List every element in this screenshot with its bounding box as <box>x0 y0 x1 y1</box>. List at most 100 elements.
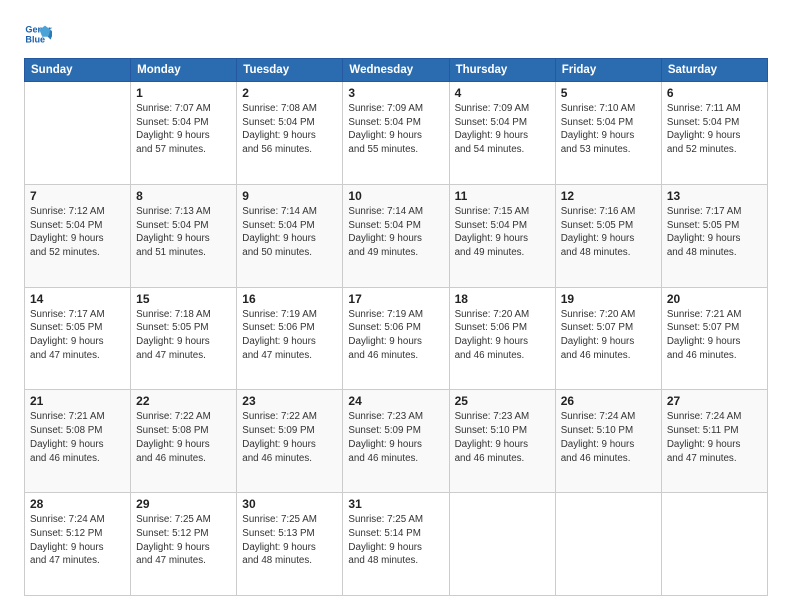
calendar-cell <box>449 493 555 596</box>
day-number: 7 <box>30 189 125 203</box>
calendar-cell <box>555 493 661 596</box>
day-number: 1 <box>136 86 231 100</box>
day-info: Sunrise: 7:09 AMSunset: 5:04 PMDaylight:… <box>348 102 443 157</box>
day-info: Sunrise: 7:25 AMSunset: 5:13 PMDaylight:… <box>242 513 337 568</box>
day-number: 21 <box>30 394 125 408</box>
day-info: Sunrise: 7:14 AMSunset: 5:04 PMDaylight:… <box>242 205 337 260</box>
calendar-cell: 9 Sunrise: 7:14 AMSunset: 5:04 PMDaylight… <box>237 184 343 287</box>
day-number: 15 <box>136 292 231 306</box>
day-number: 13 <box>667 189 762 203</box>
day-number: 9 <box>242 189 337 203</box>
day-number: 8 <box>136 189 231 203</box>
calendar-week-row: 7 Sunrise: 7:12 AMSunset: 5:04 PMDaylight… <box>25 184 768 287</box>
calendar-cell: 13 Sunrise: 7:17 AMSunset: 5:05 PMDayligh… <box>661 184 767 287</box>
calendar-cell: 20 Sunrise: 7:21 AMSunset: 5:07 PMDayligh… <box>661 287 767 390</box>
calendar-cell: 3 Sunrise: 7:09 AMSunset: 5:04 PMDaylight… <box>343 82 449 185</box>
day-info: Sunrise: 7:24 AMSunset: 5:12 PMDaylight:… <box>30 513 125 568</box>
day-info: Sunrise: 7:12 AMSunset: 5:04 PMDaylight:… <box>30 205 125 260</box>
day-number: 27 <box>667 394 762 408</box>
day-info: Sunrise: 7:18 AMSunset: 5:05 PMDaylight:… <box>136 308 231 363</box>
calendar-cell: 23Sunrise: 7:22 AMSunset: 5:09 PMDayligh… <box>237 390 343 493</box>
day-number: 31 <box>348 497 443 511</box>
day-info: Sunrise: 7:23 AMSunset: 5:09 PMDaylight:… <box>348 410 443 465</box>
day-number: 24 <box>348 394 443 408</box>
calendar: SundayMondayTuesdayWednesdayThursdayFrid… <box>24 58 768 596</box>
weekday-header: Tuesday <box>237 59 343 82</box>
day-info: Sunrise: 7:24 AMSunset: 5:11 PMDaylight:… <box>667 410 762 465</box>
calendar-cell: 19Sunrise: 7:20 AMSunset: 5:07 PMDayligh… <box>555 287 661 390</box>
weekday-header: Thursday <box>449 59 555 82</box>
day-number: 17 <box>348 292 443 306</box>
day-info: Sunrise: 7:22 AMSunset: 5:09 PMDaylight:… <box>242 410 337 465</box>
day-info: Sunrise: 7:07 AMSunset: 5:04 PMDaylight:… <box>136 102 231 157</box>
calendar-cell: 8 Sunrise: 7:13 AMSunset: 5:04 PMDaylight… <box>131 184 237 287</box>
calendar-cell: 21 Sunrise: 7:21 AMSunset: 5:08 PMDayligh… <box>25 390 131 493</box>
weekday-header: Wednesday <box>343 59 449 82</box>
day-number: 6 <box>667 86 762 100</box>
calendar-cell: 4 Sunrise: 7:09 AMSunset: 5:04 PMDaylight… <box>449 82 555 185</box>
weekday-header: Monday <box>131 59 237 82</box>
calendar-cell: 25 Sunrise: 7:23 AMSunset: 5:10 PMDayligh… <box>449 390 555 493</box>
day-info: Sunrise: 7:13 AMSunset: 5:04 PMDaylight:… <box>136 205 231 260</box>
day-info: Sunrise: 7:25 AMSunset: 5:12 PMDaylight:… <box>136 513 231 568</box>
day-info: Sunrise: 7:10 AMSunset: 5:04 PMDaylight:… <box>561 102 656 157</box>
calendar-cell: 11 Sunrise: 7:15 AMSunset: 5:04 PMDayligh… <box>449 184 555 287</box>
day-number: 22 <box>136 394 231 408</box>
calendar-cell: 22 Sunrise: 7:22 AMSunset: 5:08 PMDayligh… <box>131 390 237 493</box>
calendar-cell: 12 Sunrise: 7:16 AMSunset: 5:05 PMDayligh… <box>555 184 661 287</box>
calendar-cell: 24 Sunrise: 7:23 AMSunset: 5:09 PMDayligh… <box>343 390 449 493</box>
day-info: Sunrise: 7:21 AMSunset: 5:08 PMDaylight:… <box>30 410 125 465</box>
day-info: Sunrise: 7:21 AMSunset: 5:07 PMDaylight:… <box>667 308 762 363</box>
calendar-cell: 30Sunrise: 7:25 AMSunset: 5:13 PMDayligh… <box>237 493 343 596</box>
calendar-week-row: 1 Sunrise: 7:07 AMSunset: 5:04 PMDaylight… <box>25 82 768 185</box>
calendar-week-row: 21 Sunrise: 7:21 AMSunset: 5:08 PMDayligh… <box>25 390 768 493</box>
calendar-cell: 26Sunrise: 7:24 AMSunset: 5:10 PMDayligh… <box>555 390 661 493</box>
day-info: Sunrise: 7:16 AMSunset: 5:05 PMDaylight:… <box>561 205 656 260</box>
day-info: Sunrise: 7:25 AMSunset: 5:14 PMDaylight:… <box>348 513 443 568</box>
day-number: 28 <box>30 497 125 511</box>
page: General Blue SundayMondayTuesdayWednesda… <box>0 0 792 612</box>
calendar-cell: 16 Sunrise: 7:19 AMSunset: 5:06 PMDayligh… <box>237 287 343 390</box>
day-info: Sunrise: 7:15 AMSunset: 5:04 PMDaylight:… <box>455 205 550 260</box>
calendar-cell: 2Sunrise: 7:08 AMSunset: 5:04 PMDaylight… <box>237 82 343 185</box>
calendar-cell: 17 Sunrise: 7:19 AMSunset: 5:06 PMDayligh… <box>343 287 449 390</box>
day-info: Sunrise: 7:11 AMSunset: 5:04 PMDaylight:… <box>667 102 762 157</box>
day-info: Sunrise: 7:20 AMSunset: 5:06 PMDaylight:… <box>455 308 550 363</box>
day-info: Sunrise: 7:22 AMSunset: 5:08 PMDaylight:… <box>136 410 231 465</box>
day-info: Sunrise: 7:14 AMSunset: 5:04 PMDaylight:… <box>348 205 443 260</box>
calendar-cell <box>25 82 131 185</box>
header: General Blue <box>24 20 768 48</box>
day-info: Sunrise: 7:09 AMSunset: 5:04 PMDaylight:… <box>455 102 550 157</box>
calendar-cell: 18 Sunrise: 7:20 AMSunset: 5:06 PMDayligh… <box>449 287 555 390</box>
day-number: 10 <box>348 189 443 203</box>
day-info: Sunrise: 7:17 AMSunset: 5:05 PMDaylight:… <box>667 205 762 260</box>
calendar-cell: 5 Sunrise: 7:10 AMSunset: 5:04 PMDaylight… <box>555 82 661 185</box>
day-info: Sunrise: 7:19 AMSunset: 5:06 PMDaylight:… <box>348 308 443 363</box>
day-info: Sunrise: 7:24 AMSunset: 5:10 PMDaylight:… <box>561 410 656 465</box>
day-number: 5 <box>561 86 656 100</box>
weekday-header: Sunday <box>25 59 131 82</box>
day-info: Sunrise: 7:19 AMSunset: 5:06 PMDaylight:… <box>242 308 337 363</box>
calendar-cell: 31 Sunrise: 7:25 AMSunset: 5:14 PMDayligh… <box>343 493 449 596</box>
calendar-cell: 28 Sunrise: 7:24 AMSunset: 5:12 PMDayligh… <box>25 493 131 596</box>
day-number: 14 <box>30 292 125 306</box>
day-number: 11 <box>455 189 550 203</box>
day-number: 4 <box>455 86 550 100</box>
day-number: 16 <box>242 292 337 306</box>
day-number: 12 <box>561 189 656 203</box>
day-number: 25 <box>455 394 550 408</box>
logo: General Blue <box>24 20 56 48</box>
day-info: Sunrise: 7:23 AMSunset: 5:10 PMDaylight:… <box>455 410 550 465</box>
calendar-cell: 10 Sunrise: 7:14 AMSunset: 5:04 PMDayligh… <box>343 184 449 287</box>
calendar-cell: 6 Sunrise: 7:11 AMSunset: 5:04 PMDaylight… <box>661 82 767 185</box>
day-number: 3 <box>348 86 443 100</box>
calendar-cell: 29 Sunrise: 7:25 AMSunset: 5:12 PMDayligh… <box>131 493 237 596</box>
calendar-cell: 27 Sunrise: 7:24 AMSunset: 5:11 PMDayligh… <box>661 390 767 493</box>
calendar-cell: 14 Sunrise: 7:17 AMSunset: 5:05 PMDayligh… <box>25 287 131 390</box>
day-number: 19 <box>561 292 656 306</box>
day-number: 18 <box>455 292 550 306</box>
day-number: 29 <box>136 497 231 511</box>
day-number: 20 <box>667 292 762 306</box>
logo-icon: General Blue <box>24 20 52 48</box>
day-info: Sunrise: 7:17 AMSunset: 5:05 PMDaylight:… <box>30 308 125 363</box>
